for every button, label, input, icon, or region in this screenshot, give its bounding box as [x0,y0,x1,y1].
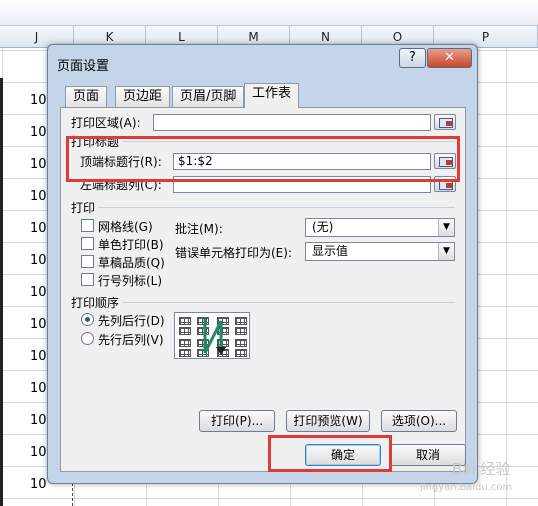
tab-margins[interactable]: 页边距 [115,86,171,108]
page-order-illustration-icon [174,312,250,359]
print-area-label: 打印区域(A): [71,116,141,130]
chevron-down-icon[interactable]: ▼ [438,219,454,236]
print-preview-button[interactable]: 打印预览(W) [286,410,370,432]
errors-select[interactable]: 显示值 ▼ [305,242,455,261]
print-area-input[interactable] [153,114,431,131]
over-then-down-radio[interactable] [81,332,94,345]
chevron-down-icon[interactable]: ▼ [438,243,454,260]
column-border [0,78,3,506]
watermark: Bai 经验 [452,460,511,478]
down-then-over-radio[interactable] [81,313,94,326]
help-button[interactable]: ? [399,48,426,68]
page-order-header: 打印顺序 [71,296,120,310]
highlight-box-ok [268,435,392,472]
divider [99,207,455,208]
errors-selected-value: 显示值 [312,244,349,258]
tab-header-footer[interactable]: 页眉/页脚 [172,86,245,108]
down-then-over-label[interactable]: 先列后行(D) [98,312,165,329]
close-button[interactable]: ✕ [427,48,472,68]
print-area-ref-icon[interactable] [434,114,456,130]
errors-label: 错误单元格打印为(E): [175,246,292,260]
ribbon-strip [0,0,538,26]
tab-sheet[interactable]: 工作表 [244,83,300,108]
print-button[interactable]: 打印(P)... [199,410,275,432]
comments-select[interactable]: (无) ▼ [305,218,455,237]
gridlines-checkbox[interactable] [81,219,94,232]
print-section-header: 打印 [71,201,96,215]
black-white-checkbox[interactable] [81,237,94,250]
dialog-title: 页面设置 [57,59,110,74]
draft-quality-checkbox[interactable] [81,255,94,268]
black-white-label[interactable]: 单色打印(B) [98,236,164,253]
draft-quality-label[interactable]: 草稿品质(Q) [98,254,165,271]
comments-selected-value: (无) [312,220,334,234]
divider [123,302,455,303]
watermark-url: jingyan.baidu.com [420,482,513,493]
page-setup-dialog: 页面设置 ? ✕ 页面 页边距 页眉/页脚 工作表 打印区域(A): 打印标题 … [47,44,478,484]
row-col-headings-label[interactable]: 行号列标(L) [98,272,162,289]
highlight-box-print-titles [66,136,460,182]
gridlines-label[interactable]: 网格线(G) [98,218,153,235]
tab-page[interactable]: 页面 [65,86,108,108]
comments-label: 批注(M): [175,222,223,236]
row-col-headings-checkbox[interactable] [81,273,94,286]
options-button[interactable]: 选项(O)... [381,410,457,432]
over-then-down-label[interactable]: 先行后列(V) [98,331,164,348]
order-arrow-icon [203,319,226,355]
